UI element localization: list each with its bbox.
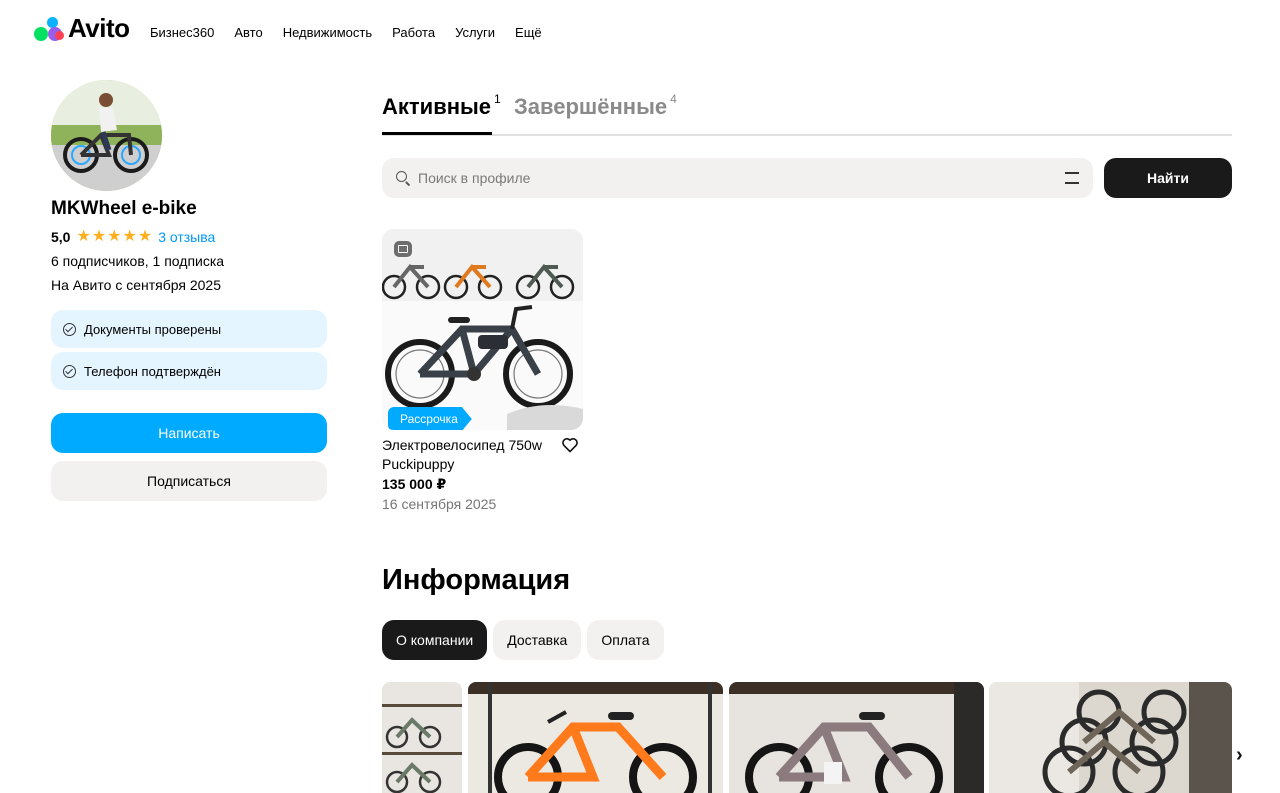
seller-avatar[interactable] (51, 80, 162, 191)
search-icon (396, 171, 410, 185)
seller-name: MKWheel e-bike (51, 198, 197, 219)
header: Avito Бизнес360 Авто Недвижимость Работа… (0, 0, 1280, 64)
gallery-next-arrow-icon[interactable]: › (1236, 744, 1243, 767)
tab-count: 1 (494, 92, 501, 106)
verification-label: Телефон подтверждён (84, 363, 221, 379)
active-tab-indicator (382, 132, 492, 135)
profile-search (382, 158, 1093, 198)
tab-count: 4 (670, 92, 677, 106)
star-icon: ★ (122, 228, 137, 245)
phone-verified-badge: Телефон подтверждён (51, 352, 327, 390)
listing-image[interactable]: Рассрочка (382, 229, 583, 430)
tab-completed[interactable]: Завершённые 4 (514, 92, 677, 120)
reviews-link[interactable]: 3 отзыва (158, 229, 215, 245)
gallery-photo[interactable] (989, 682, 1232, 793)
chip-about-company[interactable]: О компании (382, 620, 488, 660)
nav-item-realty[interactable]: Недвижимость (283, 25, 372, 40)
top-nav: Бизнес360 Авто Недвижимость Работа Услуг… (150, 25, 542, 40)
company-photo-gallery (382, 682, 1232, 793)
rating-row: 5,0 ★ ★ ★ ★ ★ 3 отзыва (51, 229, 215, 246)
chip-delivery[interactable]: Доставка (493, 620, 582, 660)
avito-logo[interactable]: Avito (34, 14, 130, 42)
check-circle-icon (63, 364, 76, 378)
check-circle-icon (63, 322, 76, 336)
nav-item-services[interactable]: Услуги (455, 25, 495, 40)
rating-stars: ★ ★ ★ ★ ★ (76, 229, 152, 245)
documents-verified-badge: Документы проверены (51, 310, 327, 348)
chip-payment[interactable]: Оплата (587, 620, 664, 660)
member-since: На Авито с сентября 2025 (51, 277, 221, 293)
tab-active[interactable]: Активные 1 (382, 92, 501, 120)
installment-badge: Рассрочка (388, 407, 472, 430)
verification-label: Документы проверены (84, 321, 222, 337)
star-icon: ★ (107, 228, 122, 245)
gallery-photo[interactable] (382, 682, 462, 793)
gallery-photo[interactable] (468, 682, 723, 793)
listing-title[interactable]: Электровелосипед 750w Puckipuppy (382, 436, 557, 474)
heart-icon[interactable] (561, 437, 579, 453)
star-icon: ★ (76, 228, 91, 245)
logo-dots-icon (34, 14, 64, 42)
nav-item-jobs[interactable]: Работа (392, 25, 435, 40)
photos-badge-icon (394, 241, 412, 257)
followers-info: 6 подписчиков, 1 подписка (51, 253, 225, 269)
listing-tabs: Активные 1 Завершённые 4 (382, 92, 1232, 136)
nav-item-more[interactable]: Ещё (515, 25, 542, 40)
nav-item-business360[interactable]: Бизнес360 (150, 25, 214, 40)
star-icon: ★ (91, 228, 107, 245)
tab-label: Завершённые (514, 94, 668, 119)
write-message-button[interactable]: Написать (51, 413, 327, 453)
gallery-photo[interactable] (729, 682, 984, 793)
logo-text: Avito (68, 13, 130, 43)
nav-item-auto[interactable]: Авто (234, 25, 262, 40)
subscribe-button[interactable]: Подписаться (51, 461, 327, 501)
listing-date: 16 сентября 2025 (382, 496, 497, 512)
rating-value: 5,0 (51, 229, 71, 245)
listing-card[interactable]: Рассрочка Электровелосипед 750w Puckipup… (382, 229, 583, 512)
search-input[interactable] (418, 170, 1057, 186)
listing-price: 135 000 ₽ (382, 476, 447, 492)
star-icon: ★ (137, 228, 153, 245)
info-chips: О компании Доставка Оплата (382, 620, 664, 660)
filter-sliders-icon[interactable] (1065, 172, 1079, 184)
find-button[interactable]: Найти (1104, 158, 1232, 198)
tab-label: Активные (382, 94, 492, 119)
info-section-title: Информация (382, 564, 571, 596)
